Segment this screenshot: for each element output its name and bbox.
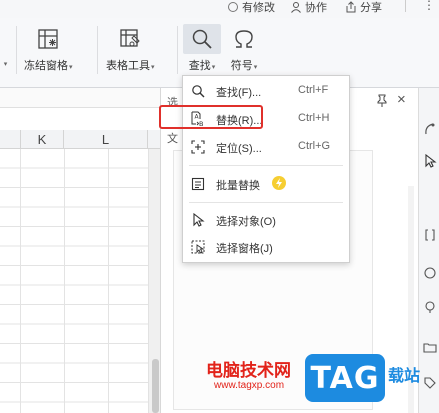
menu-item-label: 查找(F)... [216, 87, 262, 99]
save-status-icon [228, 2, 238, 12]
menu-item-label: 选择窗格(J) [216, 243, 273, 255]
ribbon-divider [177, 26, 178, 74]
chevron-down-icon: ▾ [253, 64, 258, 71]
menu-item-label: 批量替换 [216, 180, 260, 192]
location-icon[interactable] [423, 300, 437, 314]
topbar-divider [405, 0, 406, 12]
more-icon[interactable]: ⋮ [423, 0, 435, 12]
modified-status[interactable]: 有修改 [227, 0, 275, 14]
table-tools-button[interactable]: 表格工具▾ [106, 24, 155, 73]
vertical-scrollbar[interactable] [148, 149, 160, 413]
bracket-icon[interactable] [423, 228, 437, 242]
lightning-icon [272, 176, 286, 190]
shape-icon[interactable] [423, 266, 437, 280]
chevron-down-icon: ▾ [211, 64, 216, 71]
menu-item-selection-pane[interactable]: 选择窗格(J) [183, 236, 349, 258]
partial-ribbon-button[interactable]: ▾ [0, 24, 10, 69]
menu-item-label: 选择对象(O) [216, 216, 276, 228]
watermark-suffix: 载站 [388, 366, 421, 385]
table-tools-label: 表格工具 [106, 60, 150, 72]
symbol-label: 符号 [230, 60, 253, 72]
freeze-panes-label: 冻结窗格 [24, 60, 68, 72]
close-icon[interactable]: × [397, 91, 406, 108]
crosshair-icon [190, 139, 206, 155]
tag-logo-text: TAG [310, 360, 380, 396]
batch-replace-icon [190, 176, 206, 192]
cursor-icon[interactable] [423, 154, 437, 168]
menu-divider [189, 202, 343, 203]
freeze-panes-icon [33, 24, 63, 54]
tag-logo: TAG [305, 354, 385, 402]
search-icon [183, 24, 221, 54]
column-header-k[interactable]: K [20, 130, 64, 149]
scrollbar-thumb[interactable] [152, 359, 159, 413]
menu-item-select-objects[interactable]: 选择对象(O) [183, 209, 349, 231]
watermark-url: www.tagxp.com [214, 380, 285, 391]
menu-item-shortcut: Ctrl+F [298, 84, 329, 96]
column-header-l[interactable]: L [64, 130, 148, 149]
title-bar: 有修改 协作 分享 ⋮ [0, 0, 439, 18]
column-header-row: K L [0, 130, 160, 149]
table-tools-icon [115, 24, 145, 54]
ribbon-divider [97, 26, 98, 74]
share-icon [346, 1, 356, 13]
menu-item-shortcut: Ctrl+H [298, 112, 330, 124]
collaborate-button[interactable]: 协作 [290, 0, 327, 14]
ribbon-divider [16, 26, 17, 74]
cursor-icon [190, 212, 206, 228]
search-icon [190, 83, 206, 99]
symbol-button[interactable]: 符号▾ [229, 24, 259, 73]
replace-highlight-box [159, 105, 263, 129]
formula-bar [0, 88, 160, 108]
format-icon[interactable] [423, 122, 437, 136]
modified-label: 有修改 [242, 2, 275, 14]
share-button[interactable]: 分享 [345, 0, 382, 14]
omega-icon [229, 24, 259, 54]
chevron-down-icon: ▾ [69, 64, 73, 71]
menu-item-shortcut: Ctrl+G [298, 140, 331, 152]
menu-item-label: 定位(S)... [216, 143, 262, 155]
user-icon [291, 2, 301, 13]
spreadsheet-area: K L [0, 108, 160, 413]
menu-item-batch-replace[interactable]: 批量替换 [183, 173, 349, 195]
chevron-down-icon: ▾ [151, 64, 155, 71]
freeze-panes-button[interactable]: 冻结窗格▾ [24, 24, 73, 73]
chevron-down-icon: ▾ [3, 61, 8, 68]
collaborate-label: 协作 [305, 2, 327, 14]
pin-icon[interactable] [375, 94, 389, 108]
cell-grid[interactable] [0, 149, 148, 413]
find-button[interactable]: 查找▾ [183, 24, 221, 73]
menu-divider [189, 165, 343, 166]
site-watermark: 电脑技术网 www.tagxp.com TAG 载站 [198, 352, 439, 413]
watermark-cn-text: 电脑技术网 [206, 361, 291, 381]
find-dropdown-menu: 查找(F)... Ctrl+F AB 替换(R)... Ctrl+H 定位(S)… [182, 75, 350, 263]
share-label: 分享 [360, 2, 382, 14]
selection-pane-icon [190, 239, 206, 255]
find-label: 查找 [188, 60, 211, 72]
menu-item-goto[interactable]: 定位(S)... Ctrl+G [183, 136, 349, 158]
menu-item-find[interactable]: 查找(F)... Ctrl+F [183, 80, 349, 102]
pane-subtitle: 文 [167, 133, 178, 145]
